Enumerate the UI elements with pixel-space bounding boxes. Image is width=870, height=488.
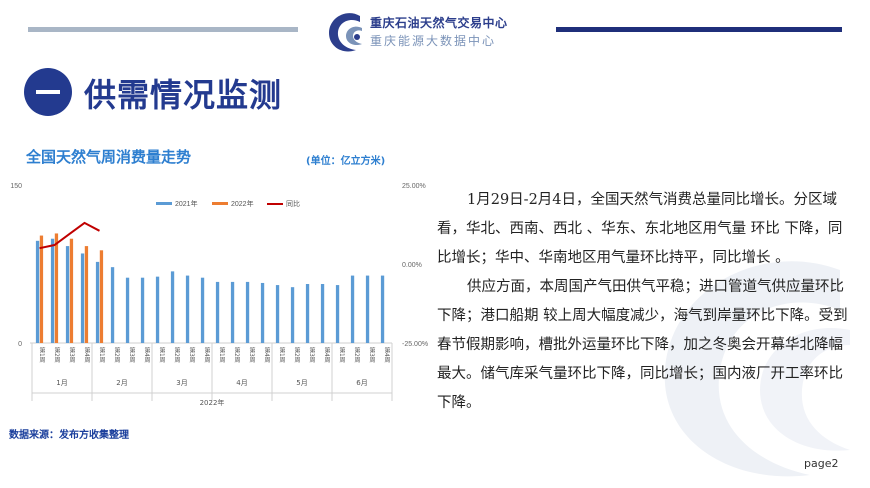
chart-title: 全国天然气周消费量走势 [26, 148, 192, 166]
x-tick-label: 第4周 [263, 346, 270, 364]
y2-tick-label: 0.00% [402, 262, 422, 269]
bar-2021 [275, 285, 280, 343]
bar-2021 [110, 267, 115, 343]
paragraph-supply: 供应方面，本周国产气田供气平稳；进口管道气供应量环比下降；港口船期 较上周大幅度… [437, 279, 848, 411]
month-label: 4月 [236, 379, 247, 387]
bar-2021 [350, 275, 355, 343]
bar-2021 [50, 238, 55, 343]
x-tick-label: 第3周 [308, 346, 315, 364]
bar-2021 [80, 253, 85, 343]
x-tick-label: 第1周 [278, 346, 285, 364]
year-group-label: 2022年 [200, 398, 225, 407]
yoy-line [39, 221, 100, 250]
x-tick-label: 第3周 [128, 346, 135, 364]
section-title: 供需情况监测 [84, 76, 283, 114]
consumption-chart: 150 0 25.00% 0.00% -25.00% 2021年 2022年 同比第1周 第2周… [10, 183, 428, 407]
month-label: 3月 [176, 379, 187, 387]
x-tick-label: 第2周 [233, 346, 240, 364]
bar-2021 [260, 282, 265, 343]
bar-2021 [230, 281, 235, 343]
bar-2021 [215, 281, 220, 343]
legend-swatch-2022 [212, 202, 228, 205]
paragraph-demand: 1月29日-2月4日，全国天然气消费总量同比增长。分区域看，华北、西南、西北 、… [437, 192, 843, 266]
bar-2021 [365, 275, 370, 343]
bar-2021 [95, 261, 100, 343]
bar-2021 [155, 276, 160, 343]
x-tick-label: 第1周 [158, 346, 165, 364]
x-tick-label: 第2周 [173, 346, 180, 364]
bar-2022 [39, 235, 44, 343]
x-tick-label: 第4周 [143, 346, 150, 364]
header-left-bar [28, 27, 298, 32]
bar-2021 [320, 284, 325, 343]
bar-2021 [200, 277, 205, 343]
bar-2022 [84, 246, 89, 343]
header-right-bar [556, 27, 842, 32]
x-tick-label: 第3周 [368, 346, 375, 364]
bar-2021 [290, 287, 295, 343]
x-tick-label: 第3周 [248, 346, 255, 364]
data-source: 数据来源：发布方收集整理 [9, 430, 129, 441]
legend-swatch-2021 [156, 202, 172, 205]
month-label: 2月 [116, 379, 127, 387]
bar-2021 [380, 275, 385, 343]
x-tick-label: 第1周 [98, 346, 105, 364]
bar-2021 [125, 277, 130, 343]
bar-2022 [99, 250, 104, 343]
x-tick-label: 第3周 [68, 346, 75, 364]
x-tick-label: 第2周 [53, 346, 60, 364]
bar-2022 [54, 233, 59, 343]
page-number: page2 [804, 457, 839, 470]
body-text: 1月29日-2月4日，全国天然气消费总量同比增长。分区域看，华北、西南、西北 、… [437, 186, 851, 418]
bar-2022 [69, 238, 74, 343]
month-label: 1月 [56, 379, 67, 387]
x-tick-label: 第4周 [323, 346, 330, 364]
x-tick-label: 第1周 [218, 346, 225, 364]
y-tick-label: 0 [18, 341, 22, 348]
bar-2021 [245, 281, 250, 343]
x-tick-label: 第1周 [338, 346, 345, 364]
x-tick-label: 第2周 [293, 346, 300, 364]
x-tick-label: 第2周 [353, 346, 360, 364]
section-number-badge [24, 68, 72, 116]
bar-2021 [170, 271, 175, 343]
bar-2021 [305, 284, 310, 343]
org-logo: 重庆石油天然气交易中心 重庆能源大数据中心 [326, 10, 536, 54]
chart-unit: (单位：亿立方米) [306, 156, 386, 167]
bar-2021 [140, 277, 145, 343]
y2-tick-label: -25.00% [402, 341, 428, 348]
legend-label-2021: 2021年 [175, 199, 198, 208]
y-tick-label: 150 [10, 183, 22, 190]
org-subtitle: 重庆能源大数据中心 [370, 34, 497, 48]
x-tick-label: 第3周 [188, 346, 195, 364]
logo-swirl-icon [329, 13, 362, 52]
legend-label-2022: 2022年 [231, 199, 254, 208]
month-label: 6月 [356, 379, 367, 387]
legend-label-yoy: 同比 [286, 199, 300, 208]
bar-2021 [335, 285, 340, 343]
y2-tick-label: 25.00% [402, 183, 426, 190]
bar-2021 [35, 240, 40, 343]
month-label: 5月 [296, 379, 307, 387]
x-tick-label: 第4周 [83, 346, 90, 364]
x-tick-label: 第4周 [203, 346, 210, 364]
x-tick-label: 第4周 [383, 346, 390, 364]
bar-2021 [65, 246, 70, 343]
org-name: 重庆石油天然气交易中心 [370, 16, 508, 30]
x-tick-label: 第2周 [113, 346, 120, 364]
x-tick-label: 第1周 [38, 346, 45, 364]
bar-2021 [185, 275, 190, 343]
